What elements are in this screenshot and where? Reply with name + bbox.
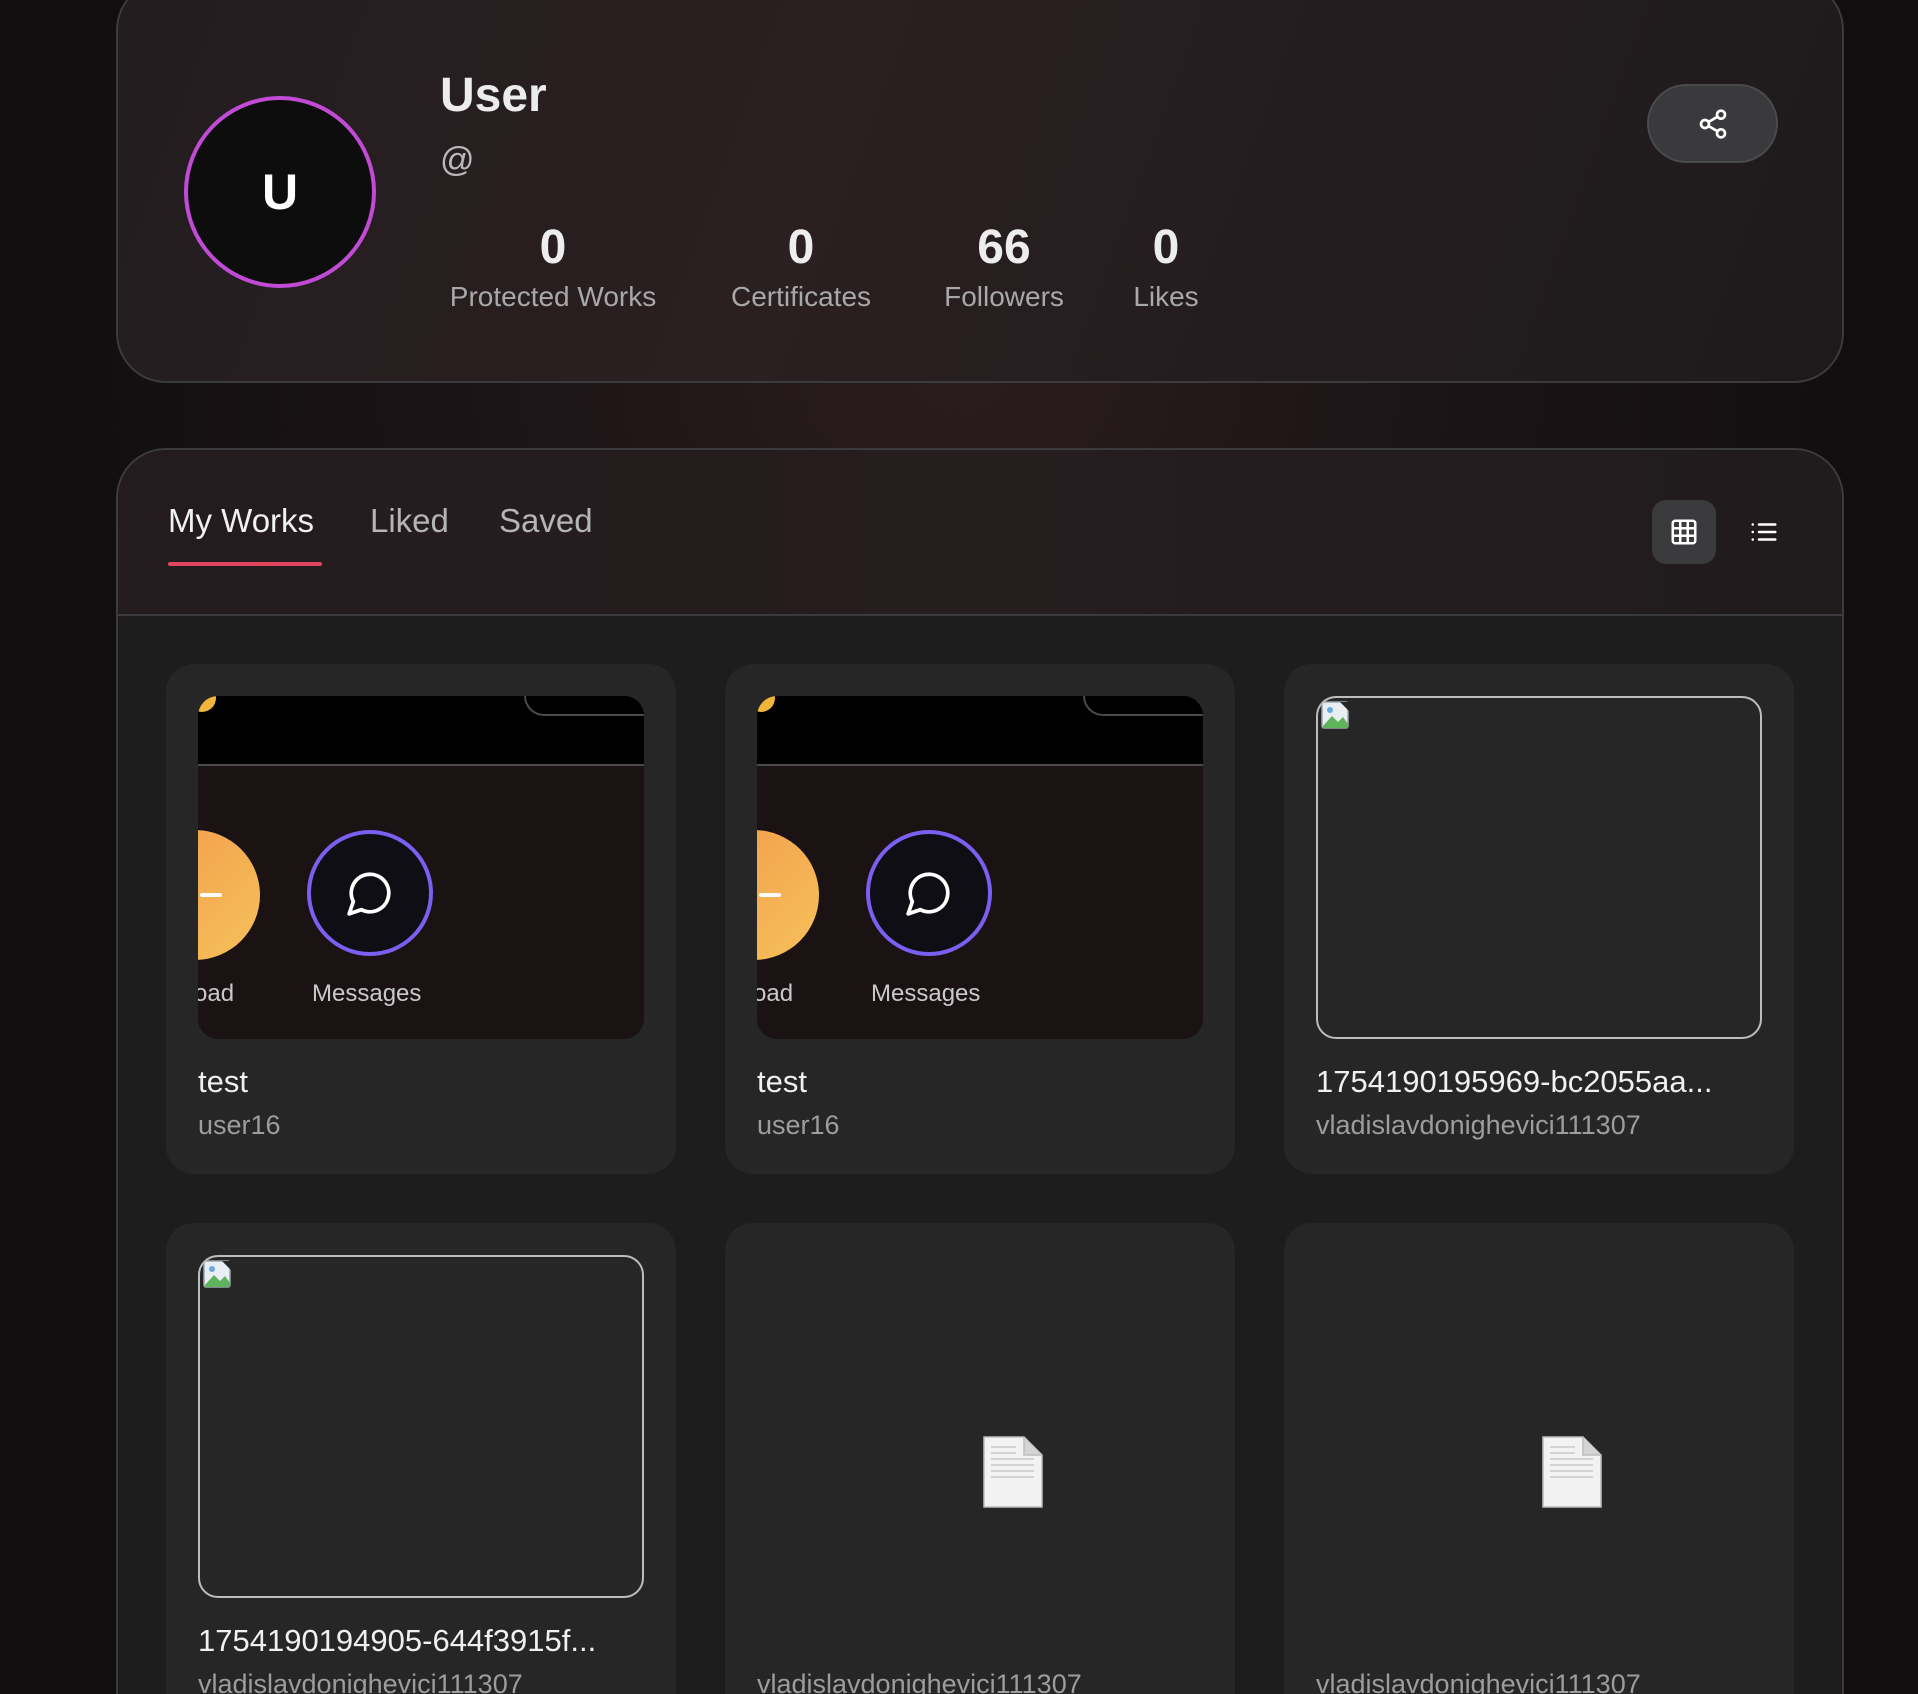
stat-followers[interactable]: 66 Followers (940, 218, 1068, 316)
avatar[interactable]: U (184, 96, 376, 288)
list-icon (1751, 523, 1777, 541)
share-button[interactable] (1647, 84, 1778, 163)
stat-label: Certificates (730, 281, 872, 312)
broken-image-icon (203, 1260, 232, 1288)
active-tab-underline (168, 562, 322, 566)
thumbnail-tab (1083, 696, 1203, 716)
tab-my-works[interactable]: My Works (168, 502, 314, 540)
stat-value: 0 (787, 221, 815, 274)
file-icon (1542, 1436, 1602, 1508)
messages-icon (866, 830, 992, 956)
work-author[interactable]: vladislavdonighevici111307 (198, 1669, 523, 1694)
work-title: test (198, 1064, 248, 1099)
work-title: 1754190194905-644f3915f... (198, 1623, 597, 1658)
work-card[interactable]: oad Messages test user16 (725, 664, 1235, 1174)
stat-label: Protected Works (449, 281, 657, 312)
work-card[interactable]: 1754190194905-644f3915f... vladislavdoni… (166, 1223, 676, 1694)
work-thumbnail (1316, 696, 1762, 1039)
stat-certificates: 0 Certificates (722, 218, 880, 316)
work-thumbnail (198, 1255, 644, 1598)
work-author[interactable]: vladislavdonighevici111307 (1316, 1110, 1641, 1141)
share-icon (1699, 108, 1726, 139)
works-panel: My Works Liked Saved oad Messages test u… (116, 448, 1844, 1694)
profile-card: U User @ 0 Protected Works 0 Certificate… (116, 0, 1844, 383)
work-thumbnail: oad Messages (757, 696, 1203, 1039)
stat-label: Likes (1133, 281, 1199, 312)
broken-image-icon (1321, 701, 1350, 729)
work-card[interactable]: vladislavdonighevici111307 (725, 1223, 1235, 1694)
work-author[interactable]: user16 (198, 1110, 281, 1141)
upload-icon (198, 830, 260, 960)
file-icon (983, 1436, 1043, 1508)
work-thumbnail: oad Messages (198, 696, 644, 1039)
tab-liked[interactable]: Liked (370, 502, 449, 540)
work-thumbnail (757, 1255, 1203, 1598)
work-card[interactable]: 1754190195969-bc2055aa... vladislavdonig… (1284, 664, 1794, 1174)
avatar-initial: U (261, 164, 299, 220)
tab-saved[interactable]: Saved (499, 502, 593, 540)
work-author[interactable]: vladislavdonighevici111307 (1316, 1669, 1641, 1694)
profile-handle: @ (440, 141, 475, 179)
stat-likes: 0 Likes (1126, 218, 1206, 316)
stat-value: 66 (977, 221, 1031, 274)
stat-value: 0 (1152, 221, 1180, 274)
work-thumbnail (1316, 1255, 1762, 1598)
grid-view-button[interactable] (1652, 500, 1716, 564)
list-view-button[interactable] (1732, 500, 1796, 564)
work-card[interactable]: vladislavdonighevici111307 (1284, 1223, 1794, 1694)
thumbnail-tab (524, 696, 644, 716)
stat-protected-works: 0 Protected Works (440, 218, 666, 316)
work-title: 1754190195969-bc2055aa... (1316, 1064, 1713, 1099)
stat-label: Followers (944, 281, 1064, 312)
work-title: test (757, 1064, 807, 1099)
grid-icon (1671, 519, 1697, 545)
work-author[interactable]: vladislavdonighevici111307 (757, 1669, 1082, 1694)
profile-name: User (440, 69, 547, 122)
messages-icon (307, 830, 433, 956)
tabs-bar: My Works Liked Saved (118, 450, 1842, 616)
work-author[interactable]: user16 (757, 1110, 840, 1141)
thumbnail-label-messages: Messages (871, 980, 981, 1007)
upload-icon (757, 830, 819, 960)
work-card[interactable]: oad Messages test user16 (166, 664, 676, 1174)
thumbnail-label-upload: oad (757, 980, 794, 1007)
stat-value: 0 (539, 221, 567, 274)
works-grid: oad Messages test user16 oad Messages te… (118, 618, 1842, 1694)
thumbnail-label-messages: Messages (312, 980, 422, 1007)
thumbnail-label-upload: oad (198, 980, 235, 1007)
